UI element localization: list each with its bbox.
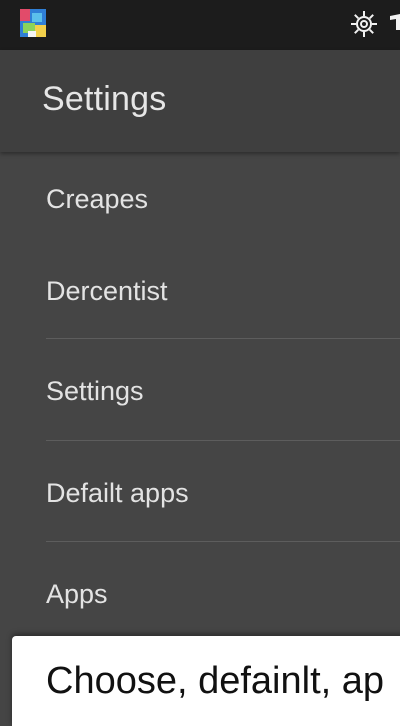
list-item-dercentist[interactable]: Dercentist [0,252,400,352]
list-item-apps[interactable]: Apps [0,543,400,643]
list-item-default-apps[interactable]: Defailt apps [0,442,400,542]
list-item-label: Defailt apps [46,478,189,508]
bottom-sheet[interactable]: Choose, defainlt, ap [12,636,400,726]
list-item-settings[interactable]: Settings [0,340,400,440]
signal-icon [388,10,400,38]
list-item-label: Creapes [46,184,149,214]
gear-icon[interactable] [350,10,378,38]
divider [46,338,400,339]
list-item-label: Settings [46,376,144,406]
app-icon[interactable] [20,9,46,37]
status-bar [0,0,400,50]
page-title: Settings [42,80,167,118]
divider [46,541,400,542]
list-item-label: Dercentist [46,276,168,306]
bottom-sheet-title: Choose, defainlt, ap [46,660,385,702]
divider [46,440,400,441]
list-item-creapes[interactable]: Creapes [0,152,400,252]
list-item-label: Apps [46,579,108,609]
